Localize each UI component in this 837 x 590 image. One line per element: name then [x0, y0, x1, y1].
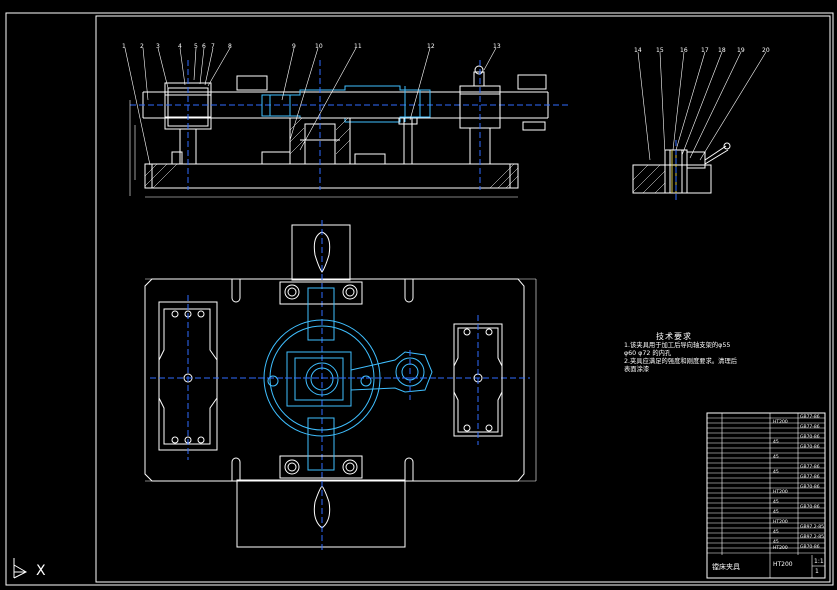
front-view — [124, 47, 570, 198]
tb-mat-1: HT200 — [773, 420, 788, 425]
title-block-sheet: 1 — [815, 568, 819, 575]
part-label-3: 3 — [156, 43, 160, 50]
part-label-4: 4 — [178, 43, 182, 50]
technical-requirements: 技术要求 1.该夹具用于加工后导向轴支架的φ55 φ60 φ72 的内孔 2.夹… — [624, 333, 737, 374]
title-block-material: HT200 — [773, 561, 793, 568]
tb-code-3: GB70-86 — [800, 435, 820, 440]
tb-mat-8: HT200 — [773, 520, 788, 525]
part-label-10: 10 — [315, 43, 323, 50]
tb-mat-4: 45 — [773, 470, 779, 475]
tb-code-5: GB77-86 — [800, 465, 820, 470]
tech-line-2: φ60 φ72 的内孔 — [624, 350, 672, 357]
tb-code-11: GB70-86 — [800, 545, 820, 550]
base-plate — [144, 163, 519, 189]
tb-mat-2: 45 — [773, 440, 779, 445]
tb-mat-11: HT200 — [773, 546, 788, 551]
axis-x-label: X — [36, 563, 46, 579]
tb-mat-6: 45 — [773, 500, 779, 505]
tb-mat-9: 45 — [773, 530, 779, 535]
part-label-2: 2 — [140, 43, 144, 50]
tb-mat-5: HT200 — [773, 490, 788, 495]
part-label-7: 7 — [211, 43, 215, 50]
part-label-9: 9 — [292, 43, 296, 50]
tb-code-9: GB97.2-85 — [800, 525, 824, 530]
tech-line-3: 2.夹具应满足的强度和刚度要求。清理后 — [624, 358, 738, 365]
title-block-name: 镗床夹具 — [712, 563, 740, 571]
tb-code-10: GB97.2-85 — [800, 535, 824, 540]
tb-mat-3: 45 — [773, 455, 779, 460]
tech-line-1: 1.该夹具用于加工后导向轴支架的φ55 — [624, 342, 731, 349]
part-label-5: 5 — [194, 43, 198, 50]
part-label-13: 13 — [493, 43, 501, 50]
ucs-icon — [13, 558, 28, 579]
part-label-20: 20 — [762, 47, 770, 54]
tb-mat-10: 45 — [773, 540, 779, 545]
part-label-14: 14 — [634, 47, 642, 54]
tech-heading: 技术要求 — [656, 332, 692, 341]
part-label-19: 19 — [737, 47, 745, 54]
part-label-1: 1 — [122, 43, 126, 50]
part-label-6: 6 — [202, 43, 206, 50]
part-label-11: 11 — [354, 43, 362, 50]
cad-drawing-canvas[interactable]: 1 2 3 4 5 6 7 8 9 10 11 12 13 14 15 16 1… — [0, 0, 837, 590]
part-label-12: 12 — [427, 43, 435, 50]
tb-code-2: GB77-86 — [800, 425, 820, 430]
part-label-18: 18 — [718, 47, 726, 54]
part-label-15: 15 — [656, 47, 664, 54]
tb-code-6: GB77-86 — [800, 475, 820, 480]
tech-line-4: 表面涂漆 — [624, 366, 650, 373]
tb-code-8: GB70-86 — [800, 505, 820, 510]
tb-code-7: GB70-86 — [800, 485, 820, 490]
drawing-svg — [5, 12, 834, 586]
side-view — [632, 51, 767, 200]
part-label-16: 16 — [680, 47, 688, 54]
part-label-17: 17 — [701, 47, 709, 54]
tb-code-4: GB70-86 — [800, 445, 820, 450]
plan-view — [144, 220, 537, 552]
tb-mat-7: 45 — [773, 510, 779, 515]
part-label-8: 8 — [228, 43, 232, 50]
tb-code-1: GB77-86 — [800, 415, 820, 420]
title-block-scale: 1:1 — [814, 558, 824, 565]
drawing-frame — [95, 15, 831, 583]
